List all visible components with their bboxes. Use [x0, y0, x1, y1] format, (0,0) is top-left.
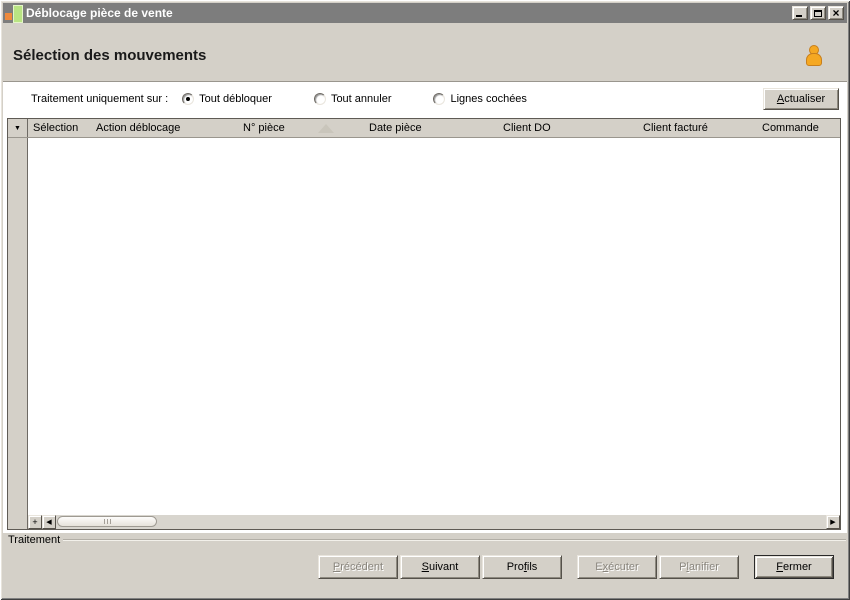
- column-label: Date pièce: [369, 122, 422, 134]
- profiles-button[interactable]: Profils: [482, 555, 562, 579]
- scroll-left-icon: ◀: [46, 518, 52, 526]
- radio-option-tout-annuler[interactable]: Tout annuler: [313, 93, 392, 105]
- horizontal-scrollbar-thumb[interactable]: [57, 516, 157, 527]
- table-rows: [28, 138, 840, 515]
- table-body: [8, 138, 840, 515]
- button-label: Fermer: [776, 561, 811, 573]
- row-selector-strip: [8, 138, 28, 515]
- column-header-action-deblocage[interactable]: Action déblocage: [91, 119, 238, 137]
- column-header-no-piece[interactable]: N° pièce: [238, 119, 364, 137]
- maximize-button[interactable]: [810, 6, 826, 20]
- button-label: Suivant: [422, 561, 459, 573]
- footer-button-bar: Précédent Suivant Profils Exécuter Plani…: [3, 547, 847, 597]
- sort-ascending-icon: [318, 123, 334, 133]
- titlebar[interactable]: Déblocage pièce de vente ×: [3, 3, 847, 23]
- close-icon: ×: [832, 6, 840, 20]
- status-label: Traitement: [8, 534, 61, 546]
- button-label: Actualiser: [777, 93, 825, 105]
- horizontal-scrollbar-track[interactable]: [56, 515, 826, 529]
- scroll-left-button[interactable]: ◀: [42, 515, 56, 529]
- groupbox-line: [63, 539, 846, 541]
- radio-option-lignes-cochees[interactable]: Lignes cochées: [433, 93, 527, 105]
- label-pre: Pro: [506, 561, 524, 573]
- person-icon: [805, 44, 822, 66]
- column-label: Client facturé: [643, 122, 708, 134]
- radio-icon[interactable]: [182, 93, 195, 105]
- page-title: Sélection des mouvements: [13, 46, 207, 64]
- button-label: Précédent: [333, 561, 383, 573]
- window-controls: ×: [792, 6, 844, 20]
- window: Déblocage pièce de vente × Sélection des…: [0, 0, 850, 600]
- label-post: ermer: [783, 561, 812, 573]
- add-row-button[interactable]: +: [28, 515, 42, 529]
- column-header-date-piece[interactable]: Date pièce: [364, 119, 498, 137]
- filter-row: Traitement uniquement sur : Tout débloqu…: [7, 87, 841, 111]
- minimize-icon: [796, 15, 802, 17]
- label-key: F: [776, 561, 783, 573]
- radio-option-tout-debloquer[interactable]: Tout débloquer: [182, 93, 272, 105]
- column-label: Action déblocage: [96, 122, 181, 134]
- label-post: écuter: [608, 561, 639, 573]
- button-label: Exécuter: [595, 561, 638, 573]
- next-button[interactable]: Suivant: [400, 555, 480, 579]
- refresh-button[interactable]: Actualiser: [763, 88, 839, 110]
- schedule-button[interactable]: Planifier: [659, 555, 739, 579]
- column-label: Client DO: [503, 122, 551, 134]
- plus-icon: +: [32, 516, 38, 527]
- label-post: récédent: [340, 561, 384, 573]
- label-key: S: [421, 561, 429, 573]
- column-header-client-do[interactable]: Client DO: [498, 119, 638, 137]
- column-label: N° pièce: [243, 122, 285, 134]
- execute-button[interactable]: Exécuter: [577, 555, 657, 579]
- radio-label: Tout débloquer: [199, 93, 272, 105]
- label-pre: E: [595, 561, 603, 573]
- window-title: Déblocage pièce de vente: [26, 6, 173, 20]
- table-scrollbar-row: + ◀ ▶: [8, 515, 840, 529]
- maximize-icon: [814, 9, 822, 17]
- column-header-selection[interactable]: Sélection: [28, 119, 91, 137]
- label-post: ctualiser: [784, 93, 826, 105]
- radio-label: Lignes cochées: [450, 93, 527, 105]
- app-icon: [5, 5, 23, 23]
- column-label: Commande: [762, 122, 819, 134]
- column-header-commande[interactable]: Commande: [757, 119, 840, 137]
- column-label: Sélection: [33, 122, 79, 134]
- radio-label: Tout annuler: [330, 93, 392, 105]
- previous-button[interactable]: Précédent: [318, 555, 398, 579]
- label-post: anifier: [688, 561, 719, 573]
- close-dialog-button[interactable]: Fermer: [754, 555, 834, 579]
- column-header-client-facture[interactable]: Client facturé: [638, 119, 757, 137]
- button-label: Profils: [507, 561, 538, 573]
- dropdown-arrow-icon: ▼: [14, 124, 21, 132]
- status-row: Traitement: [3, 533, 847, 547]
- radio-icon[interactable]: [313, 93, 326, 105]
- movements-table: ▼ Sélection Action déblocage N° pièce Da…: [7, 118, 841, 530]
- scrollbar-corner: [8, 515, 28, 529]
- content-panel: Traitement uniquement sur : Tout débloqu…: [3, 81, 847, 533]
- page-header: Sélection des mouvements: [3, 23, 847, 81]
- label-post: ils: [526, 561, 538, 573]
- label-post: uivant: [428, 561, 459, 573]
- button-label: Planifier: [679, 561, 719, 573]
- row-selector-menu-button[interactable]: ▼: [8, 119, 28, 137]
- scroll-right-button[interactable]: ▶: [826, 515, 840, 529]
- scroll-right-icon: ▶: [830, 518, 836, 526]
- minimize-button[interactable]: [792, 6, 808, 20]
- table-header: ▼ Sélection Action déblocage N° pièce Da…: [8, 119, 840, 138]
- close-button[interactable]: ×: [828, 6, 844, 20]
- filter-label: Traitement uniquement sur :: [31, 93, 169, 105]
- radio-icon[interactable]: [433, 93, 446, 105]
